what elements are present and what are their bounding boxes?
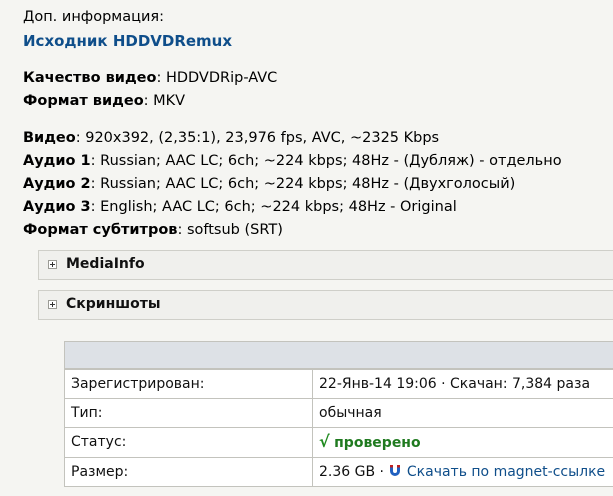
details-table-header (65, 342, 613, 369)
video-format-label: Формат видео (23, 93, 144, 109)
additional-info-heading: Доп. информация: (23, 7, 164, 27)
track-value: : English; AAC LC; 6ch; ~224 kbps; 48Hz … (90, 199, 457, 215)
track-row-audio-3: Аудио 3: English; AAC LC; 6ch; ~224 kbps… (23, 197, 457, 217)
video-quality-row: Качество видео: HDDVDRip-AVC (23, 68, 277, 88)
spoiler-screenshots[interactable]: Скриншоты (38, 290, 613, 320)
spoiler-mediainfo[interactable]: MediaInfo (38, 250, 613, 280)
details-value: 2.36 GB · Скачать по magnet-ссылке (313, 458, 605, 486)
magnet-download-link[interactable]: Скачать по magnet-ссылке (407, 464, 605, 480)
track-value: : softsub (SRT) (177, 222, 283, 238)
track-label: Формат субтитров (23, 222, 178, 238)
expand-plus-icon[interactable] (48, 260, 57, 269)
torrent-details-table: Зарегистрирован: 22-Янв-14 19:06 · Скача… (64, 341, 613, 487)
track-row-video: Видео: 920x392, (2,35:1), 23,976 fps, AV… (23, 128, 439, 148)
source-link[interactable]: Исходник HDDVDRemux (23, 32, 232, 50)
details-row-status: Статус: √ проверено (65, 427, 613, 457)
additional-info-label: Доп. информация: (23, 9, 164, 25)
track-value: : Russian; AAC LC; 6ch; ~224 kbps; 48Hz … (90, 176, 516, 192)
status-badge: проверено (334, 435, 421, 451)
video-quality-value: : HDDVDRip-AVC (156, 70, 278, 86)
details-label: Зарегистрирован: (65, 370, 313, 398)
track-row-audio-2: Аудио 2: Russian; AAC LC; 6ch; ~224 kbps… (23, 174, 515, 194)
spoiler-title[interactable]: Скриншоты (66, 296, 161, 312)
downloaded-count: · Скачан: 7,384 раза (436, 376, 591, 392)
size-value: 2.36 GB (319, 464, 376, 480)
details-value: √ проверено (313, 428, 421, 457)
video-format-row: Формат видео: MKV (23, 91, 185, 111)
track-label: Видео (23, 130, 76, 146)
details-row-type: Тип: обычная (65, 398, 613, 427)
magnet-icon[interactable] (388, 464, 402, 478)
details-label: Статус: (65, 428, 313, 457)
expand-plus-icon[interactable] (48, 300, 57, 309)
track-value: : Russian; AAC LC; 6ch; ~224 kbps; 48Hz … (90, 153, 562, 169)
details-label: Тип: (65, 399, 313, 427)
details-row-registered: Зарегистрирован: 22-Янв-14 19:06 · Скача… (65, 369, 613, 398)
details-row-size: Размер: 2.36 GB · Скачать по magnet-ссыл… (65, 457, 613, 486)
details-value: обычная (319, 405, 382, 421)
size-separator: · (375, 464, 389, 480)
checkmark-icon: √ (319, 432, 330, 451)
details-value: 22-Янв-14 19:06 · Скачан: 7,384 раза (313, 370, 590, 398)
source-link-row: Исходник HDDVDRemux (23, 31, 232, 52)
spoiler-title[interactable]: MediaInfo (66, 256, 145, 272)
track-value: : 920x392, (2,35:1), 23,976 fps, AVC, ~2… (75, 130, 440, 146)
track-label: Аудио 2 (23, 176, 91, 192)
track-row-audio-1: Аудио 1: Russian; AAC LC; 6ch; ~224 kbps… (23, 151, 562, 171)
track-label: Аудио 1 (23, 153, 91, 169)
video-quality-label: Качество видео (23, 70, 157, 86)
details-label: Размер: (65, 458, 313, 486)
video-format-value: : MKV (143, 93, 186, 109)
track-label: Аудио 3 (23, 199, 91, 215)
registered-date: 22-Янв-14 19:06 (319, 376, 437, 392)
track-row-subtitles: Формат субтитров: softsub (SRT) (23, 220, 283, 240)
